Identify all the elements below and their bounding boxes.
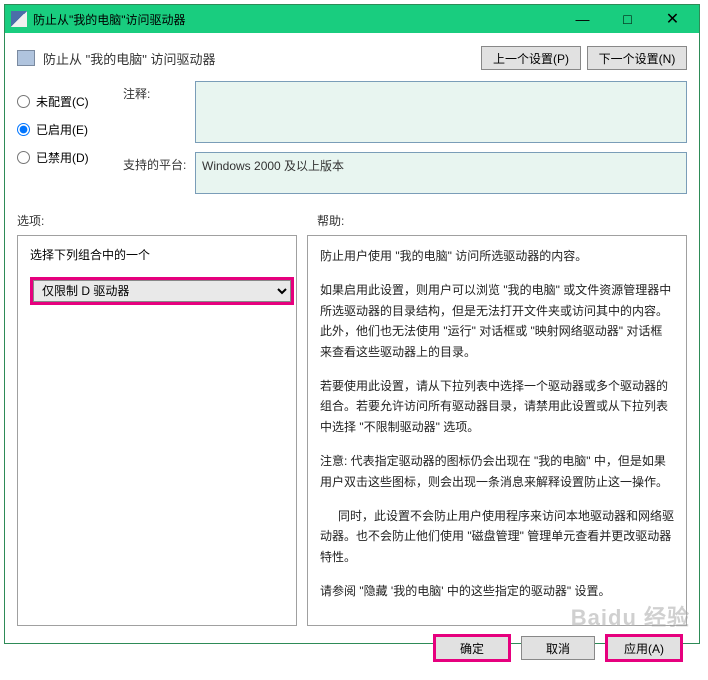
policy-title: 防止从 "我的电脑" 访问驱动器	[43, 49, 475, 68]
help-p1: 如果启用此设置，则用户可以浏览 "我的电脑" 或文件资源管理器中所选驱动器的目录…	[320, 280, 674, 362]
policy-icon	[17, 50, 35, 66]
radio-column: 未配置(C) 已启用(E) 已禁用(D)	[17, 81, 113, 194]
radio-enabled-label: 已启用(E)	[36, 121, 88, 138]
client-area: 防止从 "我的电脑" 访问驱动器 上一个设置(P) 下一个设置(N) 未配置(C…	[5, 33, 699, 680]
mid-column: 注释: 支持的平台: Windows 2000 及以上版本	[123, 81, 687, 194]
help-p4: 同时，此设置不会防止用户使用程序来访问本地驱动器和网络驱动器。也不会防止他们使用…	[320, 506, 674, 567]
annotation-label: 注释:	[123, 81, 195, 102]
radio-enabled-input[interactable]	[17, 123, 30, 136]
panes: 选择下列组合中的一个 仅限制 D 驱动器 防止用户使用 "我的电脑" 访问所选驱…	[17, 235, 687, 626]
header-row: 防止从 "我的电脑" 访问驱动器 上一个设置(P) 下一个设置(N)	[17, 41, 687, 75]
help-p3: 注意: 代表指定驱动器的图标仍会出现在 "我的电脑" 中，但是如果用户双击这些图…	[320, 451, 674, 492]
maximize-button[interactable]: □	[605, 5, 650, 33]
close-button[interactable]: ✕	[650, 5, 695, 33]
platform-label: 支持的平台:	[123, 152, 195, 173]
options-pane: 选择下列组合中的一个 仅限制 D 驱动器	[17, 235, 297, 626]
help-p0: 防止用户使用 "我的电脑" 访问所选驱动器的内容。	[320, 246, 674, 266]
platform-row: 支持的平台: Windows 2000 及以上版本	[123, 152, 687, 194]
footer: 确定 取消 应用(A)	[17, 626, 687, 670]
drive-combo[interactable]: 仅限制 D 驱动器	[33, 280, 291, 302]
minimize-button[interactable]: —	[560, 5, 605, 33]
next-setting-button[interactable]: 下一个设置(N)	[587, 46, 687, 70]
help-p2: 若要使用此设置，请从下拉列表中选择一个驱动器或多个驱动器的组合。若要允许访问所有…	[320, 376, 674, 437]
options-label: 选项:	[17, 212, 317, 229]
app-icon	[11, 11, 27, 27]
options-choose-label: 选择下列组合中的一个	[30, 246, 284, 263]
window-title: 防止从"我的电脑"访问驱动器	[33, 11, 560, 28]
radio-disabled-input[interactable]	[17, 151, 30, 164]
help-p5: 请参阅 "隐藏 '我的电脑' 中的这些指定的驱动器" 设置。	[320, 581, 674, 601]
radio-disabled-label: 已禁用(D)	[36, 149, 89, 166]
annotation-row: 注释:	[123, 81, 687, 146]
platform-box: Windows 2000 及以上版本	[195, 152, 687, 194]
radio-disabled[interactable]: 已禁用(D)	[17, 143, 113, 171]
apply-button[interactable]: 应用(A)	[605, 634, 683, 662]
radio-enabled[interactable]: 已启用(E)	[17, 115, 113, 143]
radio-not-configured[interactable]: 未配置(C)	[17, 87, 113, 115]
drive-combo-highlight: 仅限制 D 驱动器	[30, 277, 294, 305]
annotation-textarea[interactable]	[195, 81, 687, 143]
gp-editor-window: 防止从"我的电脑"访问驱动器 — □ ✕ 防止从 "我的电脑" 访问驱动器 上一…	[4, 4, 700, 644]
radio-not-configured-label: 未配置(C)	[36, 93, 89, 110]
config-area: 未配置(C) 已启用(E) 已禁用(D) 注释:	[17, 81, 687, 194]
titlebar[interactable]: 防止从"我的电脑"访问驱动器 — □ ✕	[5, 5, 699, 33]
cancel-button[interactable]: 取消	[521, 636, 595, 660]
panes-labels: 选项: 帮助:	[17, 212, 687, 229]
radio-not-configured-input[interactable]	[17, 95, 30, 108]
help-pane[interactable]: 防止用户使用 "我的电脑" 访问所选驱动器的内容。 如果启用此设置，则用户可以浏…	[307, 235, 687, 626]
ok-button[interactable]: 确定	[433, 634, 511, 662]
help-label: 帮助:	[317, 212, 687, 229]
prev-setting-button[interactable]: 上一个设置(P)	[481, 46, 581, 70]
